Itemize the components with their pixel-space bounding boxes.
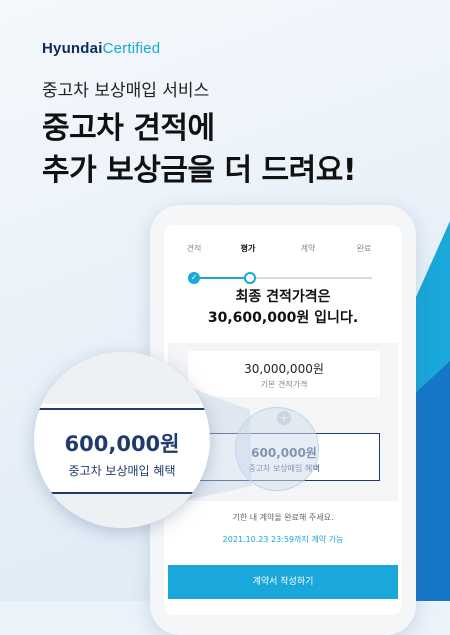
- magnifier-focus-ring: [235, 407, 319, 491]
- hyundai-certified-logo: HyundaiCertified: [42, 40, 160, 57]
- final-quote-text: 최종 견적가격은 30,600,000원 입니다.: [164, 287, 402, 329]
- magnifier-top-band: [34, 352, 210, 404]
- logo-certified: Certified: [102, 40, 161, 57]
- base-price-label: 기본 견적가격: [260, 380, 308, 389]
- magnifier-label: 중고차 보상매입 혜택: [68, 464, 176, 478]
- magnifier-border-top: [34, 408, 210, 410]
- final-quote-line-2: 30,600,000원 입니다.: [207, 310, 359, 326]
- step-complete: 완료: [356, 244, 372, 253]
- headline: 중고차 견적에 추가 보상금을 더 드려요!: [42, 108, 357, 192]
- step-estimate: 견적: [186, 244, 202, 253]
- magnifier-price: 600,000원: [64, 432, 180, 456]
- write-contract-button[interactable]: 계약서 작성하기: [168, 565, 398, 599]
- final-quote-line-1: 최종 견적가격은: [235, 289, 331, 305]
- check-icon: ✓: [188, 272, 200, 284]
- current-step-dot: [244, 272, 256, 284]
- progress-steps: 견적 평가 계약 완료 ✓: [164, 243, 402, 284]
- logo-hyundai: Hyundai: [42, 40, 103, 57]
- service-subtitle: 중고차 보상매입 서비스: [42, 81, 210, 101]
- progress-track-done: [194, 277, 250, 279]
- magnifier-bottom-band: [34, 494, 210, 528]
- base-price: 30,000,000원: [244, 362, 324, 376]
- step-evaluation: 평가: [240, 244, 256, 253]
- step-contract: 계약: [300, 244, 316, 253]
- headline-line-1: 중고차 견적에: [42, 111, 215, 146]
- headline-line-2: 추가 보상금을 더 드려요!: [42, 153, 357, 188]
- magnifier: 600,000원 중고차 보상매입 혜택: [34, 352, 210, 528]
- contract-deadline: 2021.10.23 23:59까지 계약 가능: [222, 535, 344, 544]
- base-price-box: 30,000,000원 기본 견적가격: [188, 351, 380, 397]
